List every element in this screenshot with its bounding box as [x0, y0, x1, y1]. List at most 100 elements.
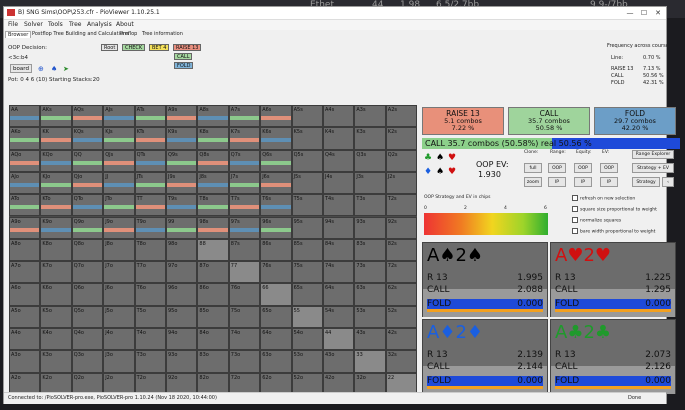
hand-cell-87s[interactable]: 87s [228, 238, 261, 262]
hand-cell-T4s[interactable]: T4s [323, 194, 355, 217]
hand-cell-Q4s[interactable]: Q4s [323, 149, 355, 172]
maximize-button[interactable]: ☐ [638, 8, 650, 18]
hand-cell-Q9s[interactable]: Q9s [166, 149, 198, 172]
hand-cell-64s[interactable]: 64s [323, 283, 355, 306]
hand-cell-96o[interactable]: 96o [166, 283, 198, 306]
menu-analysis[interactable]: Analysis [87, 21, 112, 28]
hand-cell-96s[interactable]: 96s [260, 216, 292, 239]
hand-cell-88[interactable]: 88 [197, 238, 229, 262]
card-select-icon[interactable]: ♠ [51, 65, 57, 73]
hand-cell-K9s[interactable]: K9s [166, 127, 198, 150]
hand-cell-52s[interactable]: 52s [385, 305, 418, 328]
hand-cell-73s[interactable]: 73s [354, 261, 386, 284]
hand-cell-Q7s[interactable]: Q7s [228, 149, 261, 172]
combo-card-ah2h[interactable]: A♥2♥ R 13 1.225 CALL 1.295 FOLD 0.000 [550, 242, 676, 317]
hand-cell-94o[interactable]: 94o [166, 328, 198, 351]
hand-cell-KJs[interactable]: KJs [103, 127, 135, 150]
range-explorer-button[interactable]: Range Explorer [632, 150, 674, 159]
node-check-button[interactable]: CHECK [122, 44, 146, 51]
bar-width-checkbox[interactable]: bare width proportional to weight [572, 228, 655, 235]
refresh-checkbox[interactable]: refresh on new selection [572, 195, 635, 202]
hand-cell-T6o[interactable]: T6o [134, 283, 166, 306]
hand-cell-K9o[interactable]: K9o [40, 216, 72, 239]
spade-suit-filter-icon[interactable]: ♠ [436, 153, 444, 163]
hand-cell-AQs[interactable]: AQs [71, 105, 104, 128]
hand-cell-A6o[interactable]: A6o [9, 283, 41, 306]
hand-cell-95s[interactable]: 95s [291, 216, 323, 239]
hand-cell-73o[interactable]: 73o [228, 350, 261, 373]
ev-oop-button[interactable]: OOP [600, 163, 618, 173]
equity-ip-button[interactable]: IP [574, 177, 592, 187]
hand-cell-JTo[interactable]: JTo [103, 194, 135, 217]
hand-cell-AA[interactable]: AA [9, 105, 41, 128]
diamond-suit-filter-icon[interactable]: ♦ [424, 167, 432, 177]
hand-cell-T9s[interactable]: T9s [166, 194, 198, 217]
hand-cell-A3s[interactable]: A3s [354, 105, 386, 128]
hand-cell-KQo[interactable]: KQo [40, 149, 72, 172]
hand-cell-KJo[interactable]: KJo [40, 171, 72, 195]
hand-cell-98o[interactable]: 98o [166, 238, 198, 262]
hand-cell-72s[interactable]: 72s [385, 261, 418, 284]
fold-action-box[interactable]: FOLD 29.7 combos 42.20 % [594, 107, 676, 135]
hand-cell-K3o[interactable]: K3o [40, 350, 72, 373]
hand-cell-A9o[interactable]: A9o [9, 216, 41, 239]
hand-cell-83o[interactable]: 83o [197, 350, 229, 373]
tab-postflop[interactable]: Postflop Tree Building and Calculations [30, 31, 131, 37]
hand-cell-92s[interactable]: 92s [385, 216, 418, 239]
hand-cell-K2s[interactable]: K2s [385, 127, 418, 150]
board-button[interactable]: board [10, 64, 32, 73]
hand-cell-75s[interactable]: 75s [291, 261, 323, 284]
tab-preflop[interactable]: Preflop [118, 31, 139, 37]
minimize-button[interactable]: — [624, 8, 636, 18]
equity-oop-button[interactable]: OOP [574, 163, 592, 173]
range-oop-button[interactable]: OOP [548, 163, 566, 173]
hand-cell-KK[interactable]: KK [40, 127, 72, 150]
hand-cell-Q6o[interactable]: Q6o [71, 283, 104, 306]
hand-cell-43o[interactable]: 43o [323, 350, 355, 373]
hand-cell-93o[interactable]: 93o [166, 350, 198, 373]
combo-card-ad2d[interactable]: A♦2♦ R 13 2.139 CALL 2.144 FOLD 0.000 [422, 319, 548, 394]
hand-cell-AQo[interactable]: AQo [9, 149, 41, 172]
menu-tree[interactable]: Tree [69, 21, 82, 28]
strategy-ev-button[interactable]: Strategy + EV [632, 163, 674, 173]
hand-cell-A5s[interactable]: A5s [291, 105, 323, 128]
hand-cell-K8s[interactable]: K8s [197, 127, 229, 150]
node-bet-button[interactable]: BET 4 [149, 44, 170, 51]
hand-cell-54o[interactable]: 54o [291, 328, 323, 351]
hand-cell-T7o[interactable]: T7o [134, 261, 166, 284]
hand-cell-63o[interactable]: 63o [260, 350, 292, 373]
hand-cell-94s[interactable]: 94s [323, 216, 355, 239]
hand-cell-98s[interactable]: 98s [197, 216, 229, 239]
hand-cell-K3s[interactable]: K3s [354, 127, 386, 150]
hand-cell-86o[interactable]: 86o [197, 283, 229, 306]
heart-suit-filter-icon[interactable]: ♥ [448, 167, 456, 177]
hand-cell-J3o[interactable]: J3o [103, 350, 135, 373]
range-ip-button[interactable]: IP [548, 177, 566, 187]
hand-cell-Q3s[interactable]: Q3s [354, 149, 386, 172]
hand-cell-A4s[interactable]: A4s [323, 105, 355, 128]
hand-cell-J6o[interactable]: J6o [103, 283, 135, 306]
hand-cell-43s[interactable]: 43s [354, 328, 386, 351]
hand-cell-74s[interactable]: 74s [323, 261, 355, 284]
hand-cell-J4o[interactable]: J4o [103, 328, 135, 351]
hand-cell-J2s[interactable]: J2s [385, 171, 418, 195]
hand-cell-QJo[interactable]: QJo [71, 171, 104, 195]
hand-cell-95o[interactable]: 95o [166, 305, 198, 328]
hand-cell-A7o[interactable]: A7o [9, 261, 41, 284]
hand-cell-K6s[interactable]: K6s [260, 127, 292, 150]
zoom-icon[interactable]: ⊕ [38, 65, 44, 73]
combo-card-ac2c[interactable]: A♣2♣ R 13 2.073 CALL 2.126 FOLD 0.000 [550, 319, 676, 394]
hand-cell-86s[interactable]: 86s [260, 238, 292, 262]
hand-cell-J4s[interactable]: J4s [323, 171, 355, 195]
hand-cell-T3o[interactable]: T3o [134, 350, 166, 373]
tab-tree-information[interactable]: Tree information [140, 31, 185, 37]
node-raise-button[interactable]: RAISE 13 [173, 44, 202, 51]
close-button[interactable]: ✕ [652, 8, 664, 18]
hand-cell-A7s[interactable]: A7s [228, 105, 261, 128]
hand-cell-T8s[interactable]: T8s [197, 194, 229, 217]
hand-cell-T5o[interactable]: T5o [134, 305, 166, 328]
hand-cell-QTo[interactable]: QTo [71, 194, 104, 217]
hand-cell-J7o[interactable]: J7o [103, 261, 135, 284]
hand-cell-QTs[interactable]: QTs [134, 149, 166, 172]
menu-about[interactable]: About [116, 21, 134, 28]
